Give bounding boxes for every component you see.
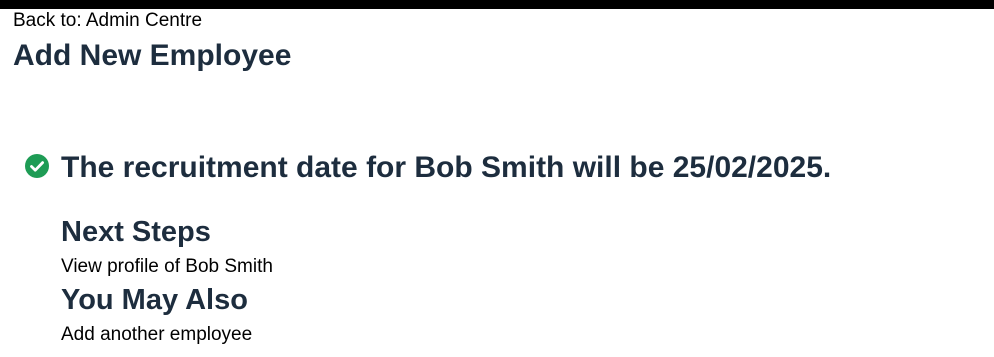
confirmation-message: The recruitment date for Bob Smith will … [61,151,832,184]
add-another-employee-link[interactable]: Add another employee [61,324,252,346]
back-to-admin-centre-link[interactable]: Back to: Admin Centre [13,10,202,32]
top-bar [0,0,994,9]
you-may-also-heading: You May Also [61,284,248,316]
next-steps-heading: Next Steps [61,216,211,248]
page-title: Add New Employee [13,39,292,72]
check-circle-icon [25,154,49,178]
view-profile-link[interactable]: View profile of Bob Smith [61,256,273,278]
